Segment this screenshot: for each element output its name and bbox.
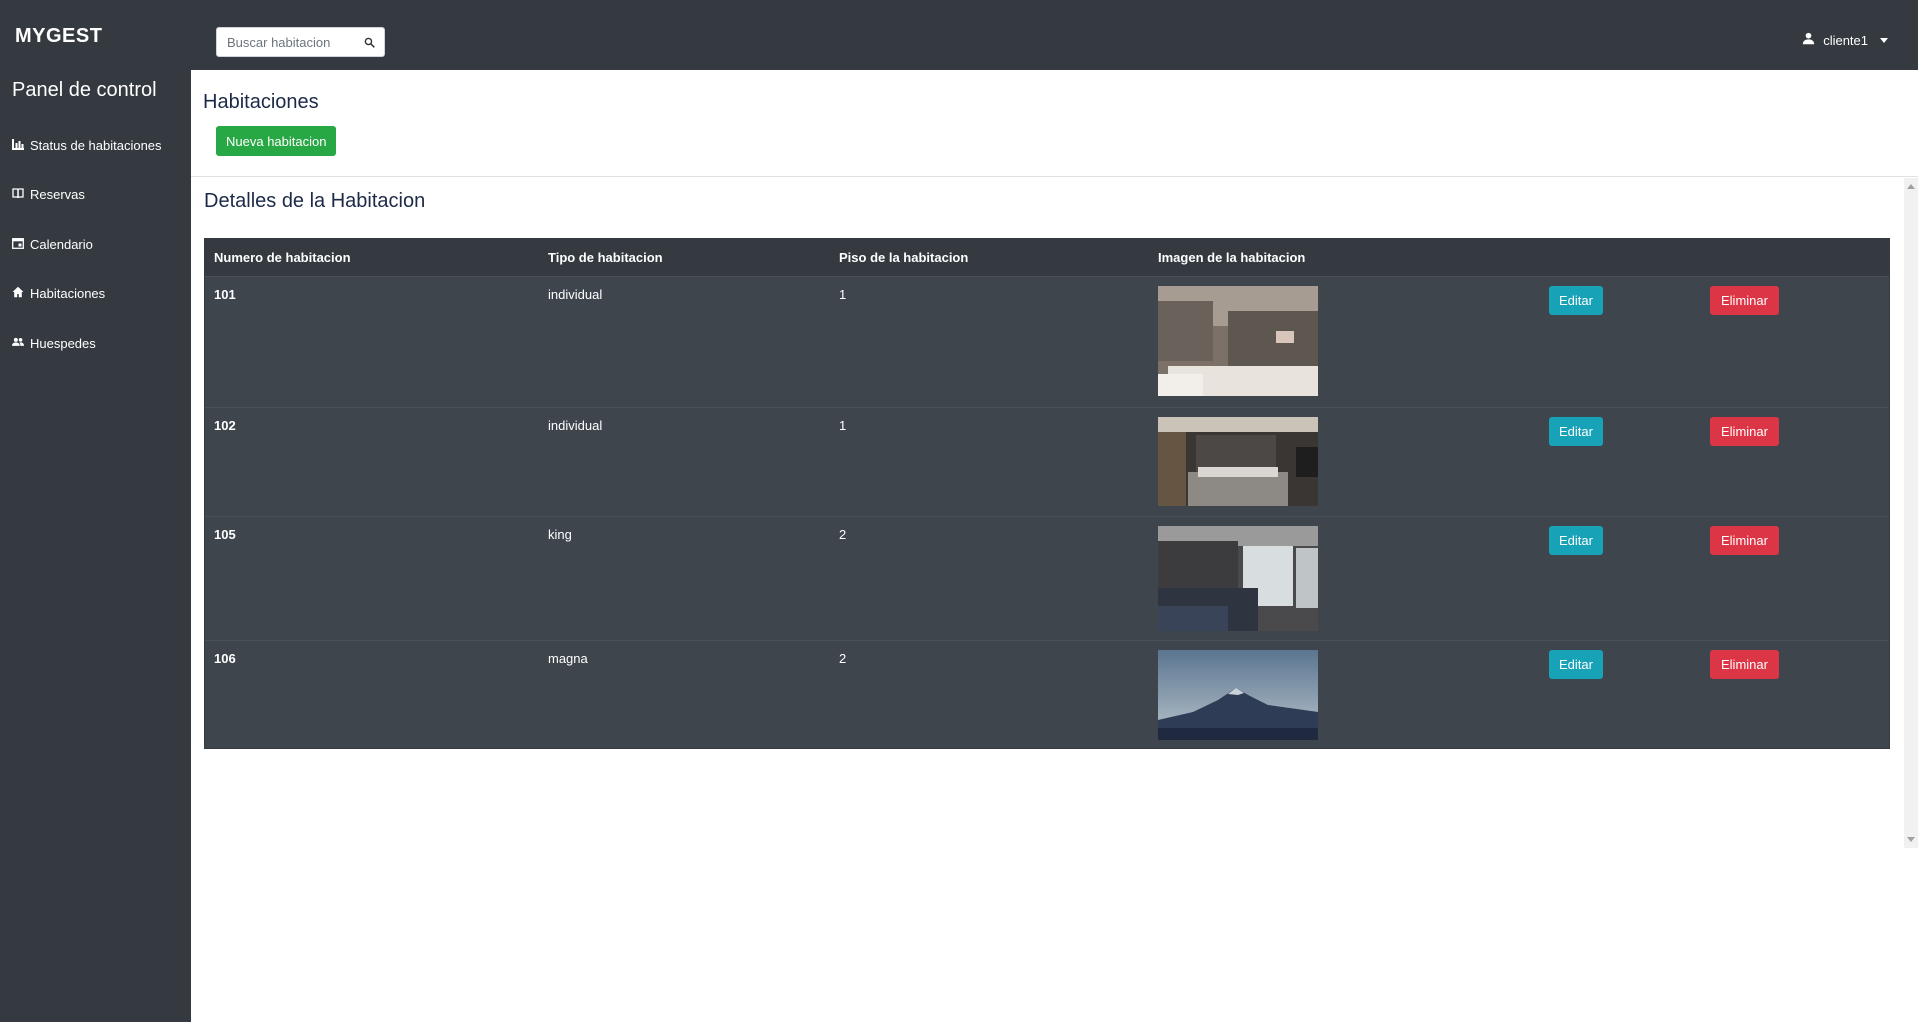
room-floor: 2 bbox=[830, 515, 1149, 640]
table-row: 105 king 2 Editar Eliminar bbox=[205, 515, 1889, 640]
scroll-up-icon[interactable] bbox=[1907, 184, 1915, 189]
delete-button[interactable]: Eliminar bbox=[1710, 649, 1779, 679]
delete-button[interactable]: Eliminar bbox=[1710, 525, 1779, 555]
room-image bbox=[1158, 649, 1318, 740]
sidebar-item-calendario[interactable]: Calendario bbox=[12, 237, 93, 252]
sidebar-title: Panel de control bbox=[12, 79, 157, 101]
top-navbar: MYGEST cliente1 bbox=[0, 0, 1918, 70]
room-number: 106 bbox=[205, 639, 539, 750]
edit-button[interactable]: Editar bbox=[1549, 525, 1603, 555]
room-type: king bbox=[539, 515, 830, 640]
room-type: individual bbox=[539, 406, 830, 516]
edit-button[interactable]: Editar bbox=[1549, 649, 1603, 679]
sidebar-item-label: Reservas bbox=[30, 187, 85, 202]
delete-button[interactable]: Eliminar bbox=[1710, 416, 1779, 446]
user-name: cliente1 bbox=[1823, 32, 1868, 48]
brand-logo[interactable]: MYGEST bbox=[15, 25, 102, 48]
sidebar-item-huespedes[interactable]: Huespedes bbox=[12, 336, 96, 351]
sidebar: Panel de control Status de habitaciones … bbox=[0, 70, 191, 1022]
chevron-down-icon bbox=[1880, 37, 1888, 43]
user-menu[interactable]: cliente1 bbox=[1802, 32, 1888, 48]
room-floor: 1 bbox=[830, 406, 1149, 516]
users-icon bbox=[12, 336, 24, 351]
column-header: Numero de habitacion bbox=[205, 239, 539, 277]
room-type: magna bbox=[539, 639, 830, 750]
table-row: 102 individual 1 Editar Eliminar bbox=[205, 406, 1889, 516]
column-header: Piso de la habitacion bbox=[830, 239, 1149, 277]
bar-chart-icon bbox=[12, 138, 24, 153]
room-image bbox=[1158, 525, 1318, 631]
sidebar-item-label: Habitaciones bbox=[30, 286, 106, 301]
sidebar-item-label: Status de habitaciones bbox=[30, 138, 162, 153]
edit-button[interactable]: Editar bbox=[1549, 416, 1603, 446]
user-icon bbox=[1802, 32, 1815, 48]
room-number: 101 bbox=[205, 275, 539, 407]
room-image bbox=[1158, 416, 1318, 506]
sidebar-item-reservas[interactable]: Reservas bbox=[12, 187, 85, 202]
search-icon[interactable] bbox=[364, 35, 378, 49]
column-header: Tipo de habitacion bbox=[539, 239, 830, 277]
sidebar-item-label: Huespedes bbox=[30, 336, 96, 351]
scroll-down-icon[interactable] bbox=[1907, 837, 1915, 842]
new-room-button[interactable]: Nueva habitacion bbox=[216, 126, 337, 156]
sidebar-item-habitaciones[interactable]: Habitaciones bbox=[12, 286, 105, 301]
scrollbar[interactable] bbox=[1904, 178, 1918, 848]
sidebar-item-label: Calendario bbox=[30, 237, 93, 252]
room-floor: 2 bbox=[830, 639, 1149, 750]
room-number: 105 bbox=[205, 515, 539, 640]
delete-button[interactable]: Eliminar bbox=[1710, 285, 1779, 315]
room-type: individual bbox=[539, 275, 830, 407]
book-icon bbox=[12, 187, 24, 202]
table-row: 106 magna 2 Editar Eliminar bbox=[205, 639, 1889, 750]
search-input[interactable] bbox=[217, 28, 357, 56]
column-header: Imagen de la habitacion bbox=[1149, 239, 1540, 277]
table-row: 101 individual 1 Editar Eliminar bbox=[205, 275, 1889, 407]
edit-button[interactable]: Editar bbox=[1549, 285, 1603, 315]
section-title: Detalles de la Habitacion bbox=[204, 190, 426, 212]
room-image bbox=[1158, 285, 1318, 396]
calendar-icon bbox=[12, 237, 24, 252]
home-icon bbox=[12, 286, 24, 301]
page-title: Habitaciones bbox=[203, 91, 319, 113]
room-floor: 1 bbox=[830, 275, 1149, 407]
page-header: Habitaciones Nueva habitacion bbox=[191, 70, 1918, 177]
room-number: 102 bbox=[205, 406, 539, 516]
rooms-table: Numero de habitacion Tipo de habitacion … bbox=[204, 238, 1890, 750]
sidebar-item-status[interactable]: Status de habitaciones bbox=[12, 138, 162, 153]
table-header-row: Numero de habitacion Tipo de habitacion … bbox=[205, 239, 1889, 277]
search-box bbox=[216, 27, 385, 57]
